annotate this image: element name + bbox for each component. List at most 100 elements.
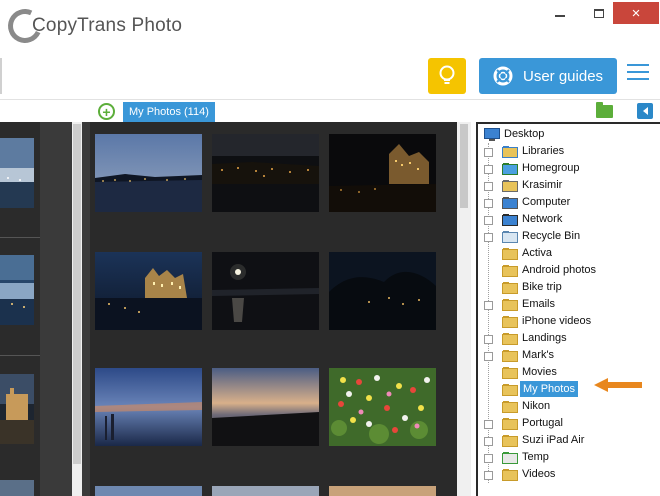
tree-item-label: My Photos [520, 381, 578, 397]
photo-thumbnail[interactable] [329, 368, 436, 446]
photo-thumbnail[interactable] [95, 368, 202, 446]
recycle-bin-icon [502, 230, 518, 243]
device-albums-pane [0, 122, 90, 496]
album-thumbnail[interactable] [0, 255, 34, 325]
tree-item[interactable]: Suzi iPad Air [478, 432, 660, 449]
tree-item-label: Homegroup [522, 162, 580, 174]
photo-thumbnail[interactable] [95, 486, 202, 496]
tree-item[interactable]: Activa [478, 245, 660, 262]
tree-item[interactable]: Network [478, 211, 660, 228]
menu-line-icon [627, 64, 649, 66]
divider [0, 237, 40, 238]
album-tab-my-photos[interactable]: My Photos (114) [123, 102, 215, 122]
add-album-button[interactable]: + [98, 103, 115, 120]
folder-icon [502, 400, 518, 413]
folder-icon [502, 298, 518, 311]
expand-toggle-icon[interactable] [484, 437, 493, 446]
copytrans-photo-window: CopyTrans Photo × User guides + My Photo… [0, 0, 660, 496]
tree-item[interactable]: Nikon [478, 398, 660, 415]
menu-line-icon [627, 78, 649, 80]
album-thumbnail[interactable] [0, 480, 34, 496]
tree-item[interactable]: Krasimir [478, 177, 660, 194]
scrollbar-thumb[interactable] [73, 124, 81, 464]
tree-item[interactable]: Recycle Bin [478, 228, 660, 245]
folder-icon-button[interactable] [596, 102, 613, 118]
photo-thumbnail[interactable] [212, 368, 319, 446]
tree-item-label: Recycle Bin [522, 230, 581, 242]
scrollbar-thumb[interactable] [460, 124, 468, 208]
expand-toggle-icon[interactable] [484, 471, 493, 480]
expand-toggle-icon[interactable] [484, 233, 493, 242]
tree-item[interactable]: Temp [478, 449, 660, 466]
expand-toggle-icon[interactable] [484, 216, 493, 225]
tree-item-desktop[interactable]: Desktop [478, 126, 660, 143]
folder-icon [502, 383, 518, 396]
album-thumbnail[interactable] [0, 374, 34, 444]
collapse-tree-button[interactable] [637, 103, 653, 119]
tips-button[interactable] [428, 58, 466, 94]
tree-item[interactable]: Videos [478, 466, 660, 483]
tree-item-label: Network [522, 213, 563, 225]
photo-thumbnail[interactable] [212, 252, 319, 330]
expand-toggle-icon[interactable] [484, 454, 493, 463]
toolbar-edge [0, 58, 2, 94]
maximize-button[interactable] [584, 2, 614, 24]
tree-item-label: Krasimir [522, 179, 563, 191]
photo-grid [90, 122, 457, 496]
tree-item[interactable]: Mark's [478, 347, 660, 364]
pointer-arrow-icon [594, 378, 642, 392]
tree-item-label: Computer [522, 196, 571, 208]
lifebuoy-icon [493, 66, 513, 86]
tree-item[interactable]: Homegroup [478, 160, 660, 177]
expand-toggle-icon[interactable] [484, 182, 493, 191]
tree-item-label: iPhone videos [522, 315, 592, 327]
expand-toggle-icon[interactable] [484, 352, 493, 361]
tree-item[interactable]: Landings [478, 330, 660, 347]
tree-item-label: Activa [522, 247, 552, 259]
tree-item[interactable]: Emails [478, 296, 660, 313]
expand-toggle-icon[interactable] [484, 335, 493, 344]
photo-grid-scrollbar[interactable] [457, 122, 471, 496]
tree-item-label: Bike trip [522, 281, 562, 293]
tree-item-label: Emails [522, 298, 556, 310]
photo-thumbnail[interactable] [329, 134, 436, 212]
minimize-icon [555, 15, 565, 17]
toolbar: User guides [0, 50, 660, 100]
folder-icon [502, 247, 518, 260]
photo-thumbnail[interactable] [95, 134, 202, 212]
user-guides-button[interactable]: User guides [479, 58, 617, 94]
folder-icon [502, 332, 518, 345]
tree-item[interactable]: iPhone videos [478, 313, 660, 330]
collapse-arrow-icon [642, 107, 648, 115]
desktop-icon [484, 128, 500, 141]
expand-toggle-icon[interactable] [484, 148, 493, 157]
plus-icon: + [102, 103, 111, 120]
album-thumbnail[interactable] [0, 138, 34, 208]
tree-item[interactable]: Libraries [478, 143, 660, 160]
photo-thumbnail[interactable] [212, 134, 319, 212]
title-bar: CopyTrans Photo × [0, 0, 660, 50]
tree-item[interactable]: Computer [478, 194, 660, 211]
expand-toggle-icon[interactable] [484, 420, 493, 429]
libraries-icon [502, 145, 518, 158]
expand-toggle-icon[interactable] [484, 199, 493, 208]
logo-c-icon [3, 4, 47, 48]
expand-toggle-icon[interactable] [484, 165, 493, 174]
user-guides-label: User guides [523, 67, 604, 85]
photo-thumbnail[interactable] [212, 486, 319, 496]
photo-thumbnail[interactable] [329, 252, 436, 330]
close-button[interactable]: × [613, 2, 659, 24]
minimize-button[interactable] [545, 2, 575, 24]
folder-icon [502, 468, 518, 481]
tree-item[interactable]: Portugal [478, 415, 660, 432]
photo-thumbnail[interactable] [95, 252, 202, 330]
expand-toggle-icon[interactable] [484, 301, 493, 310]
folder-icon [502, 315, 518, 328]
hamburger-menu-button[interactable] [627, 64, 649, 86]
albums-scrollbar[interactable] [72, 122, 82, 496]
tree-item[interactable]: Android photos [478, 262, 660, 279]
tree-item-label: Desktop [504, 128, 545, 140]
close-icon: × [631, 4, 641, 22]
photo-thumbnail[interactable] [329, 486, 436, 496]
tree-item[interactable]: Bike trip [478, 279, 660, 296]
